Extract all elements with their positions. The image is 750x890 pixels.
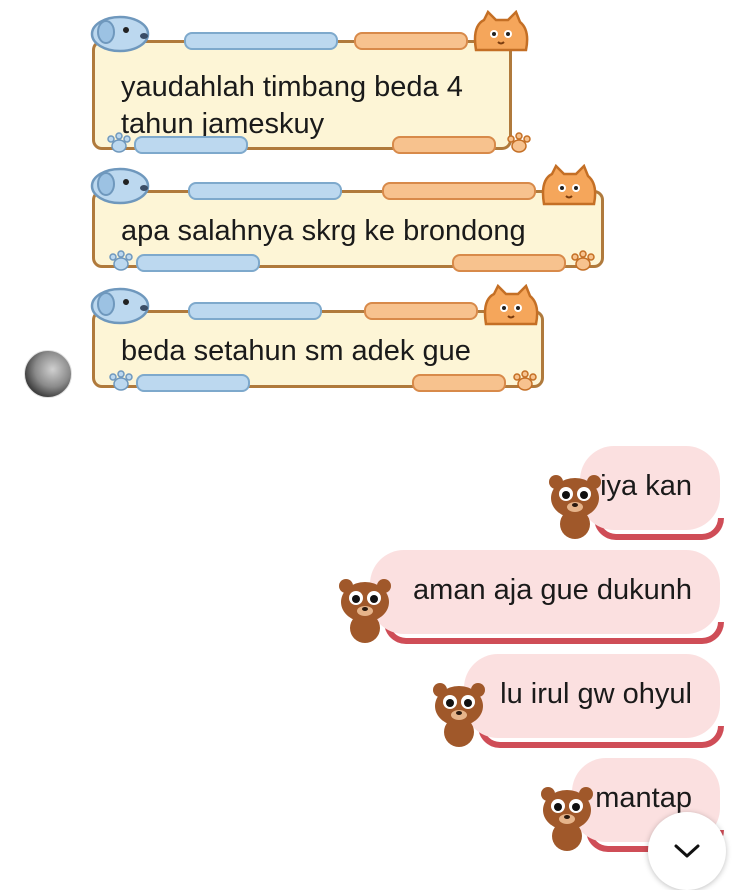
paw-icon [109,370,133,391]
blue-stripe-icon [184,32,338,50]
brown-bear-icon [433,683,485,747]
incoming-message[interactable]: beda setahun sm adek gue [90,284,544,392]
blue-dog-icon [90,287,150,325]
outgoing-message[interactable]: iya kan [549,446,724,540]
pink-bubble: lu irul gw ohyul [464,654,720,738]
paw-icon [107,132,131,153]
blue-stripe-icon [136,254,260,272]
orange-cat-icon [473,10,529,52]
brown-bear-icon [541,787,593,851]
message-text: mantap [595,782,692,814]
orange-stripe-icon [452,254,566,272]
orange-cat-icon [483,284,539,326]
message-line: yaudahlah timbang beda 4 [121,71,463,103]
message-text: yaudahlah timbang beda 4 tahun jameskuy [121,69,489,143]
message-text: aman aja gue dukunh [413,574,692,606]
outgoing-message[interactable]: aman aja gue dukunh [339,550,724,644]
blue-stripe-icon [188,302,322,320]
orange-stripe-icon [382,182,536,200]
brown-bear-icon [339,579,391,643]
scroll-to-bottom-button[interactable] [648,812,726,890]
blue-stripe-icon [134,136,248,154]
orange-stripe-icon [364,302,478,320]
blue-dog-icon [90,167,150,205]
scroll-bubble: yaudahlah timbang beda 4 tahun jameskuy [92,40,512,150]
orange-stripe-icon [392,136,496,154]
paw-icon [571,250,595,271]
blue-stripe-icon [136,374,250,392]
blue-stripe-icon [188,182,342,200]
contact-avatar[interactable] [24,350,72,398]
orange-cat-icon [541,164,597,206]
outgoing-message[interactable]: lu irul gw ohyul [433,654,724,748]
incoming-message[interactable]: apa salahnya skrg ke brondong [90,164,604,272]
chevron-down-icon [674,844,700,858]
chat-view: yaudahlah timbang beda 4 tahun jameskuy [0,0,750,890]
orange-stripe-icon [354,32,468,50]
message-text: beda setahun sm adek gue [121,333,521,370]
message-text: iya kan [600,470,692,502]
message-line: apa salahnya skrg ke brondong [121,215,526,247]
message-text: lu irul gw ohyul [500,678,692,710]
message-line: beda setahun sm adek gue [121,335,471,367]
paw-icon [109,250,133,271]
paw-icon [513,370,537,391]
orange-stripe-icon [412,374,506,392]
brown-bear-icon [549,475,601,539]
pink-bubble: aman aja gue dukunh [370,550,720,634]
incoming-message[interactable]: yaudahlah timbang beda 4 tahun jameskuy [90,10,531,154]
message-text: apa salahnya skrg ke brondong [121,213,581,250]
paw-icon [507,132,531,153]
blue-dog-icon [90,15,150,53]
